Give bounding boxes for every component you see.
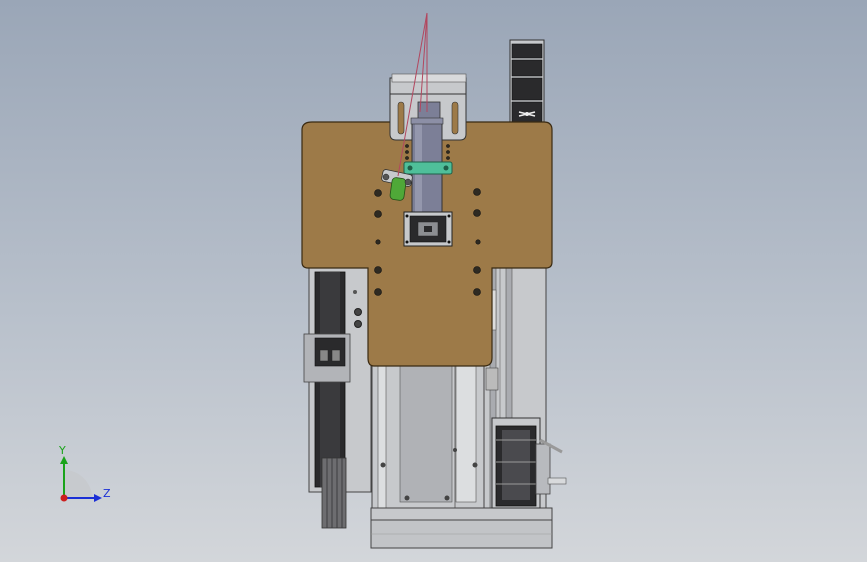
top-right-motor	[509, 39, 545, 127]
camera-base	[403, 211, 453, 247]
lens-barrel	[410, 101, 444, 217]
assembly-drawing[interactable]: Y Z	[0, 0, 867, 562]
cad-viewport[interactable]: Y Z	[0, 0, 867, 562]
z-axis-label: Z	[103, 487, 111, 500]
triad-quadrant	[64, 470, 92, 498]
x-axis-dot	[60, 494, 68, 502]
coordinate-triad[interactable]: Y Z	[58, 444, 111, 502]
y-axis-label: Y	[58, 444, 66, 457]
cable-belt	[321, 457, 347, 529]
clamp-ring	[403, 161, 453, 175]
y-axis-arrow	[60, 456, 68, 464]
left-chassis	[303, 261, 372, 493]
z-axis-arrow	[94, 494, 102, 502]
bottom-stepper-motor	[491, 417, 567, 509]
linear-guide-column	[371, 359, 485, 513]
base-plate	[370, 507, 553, 549]
